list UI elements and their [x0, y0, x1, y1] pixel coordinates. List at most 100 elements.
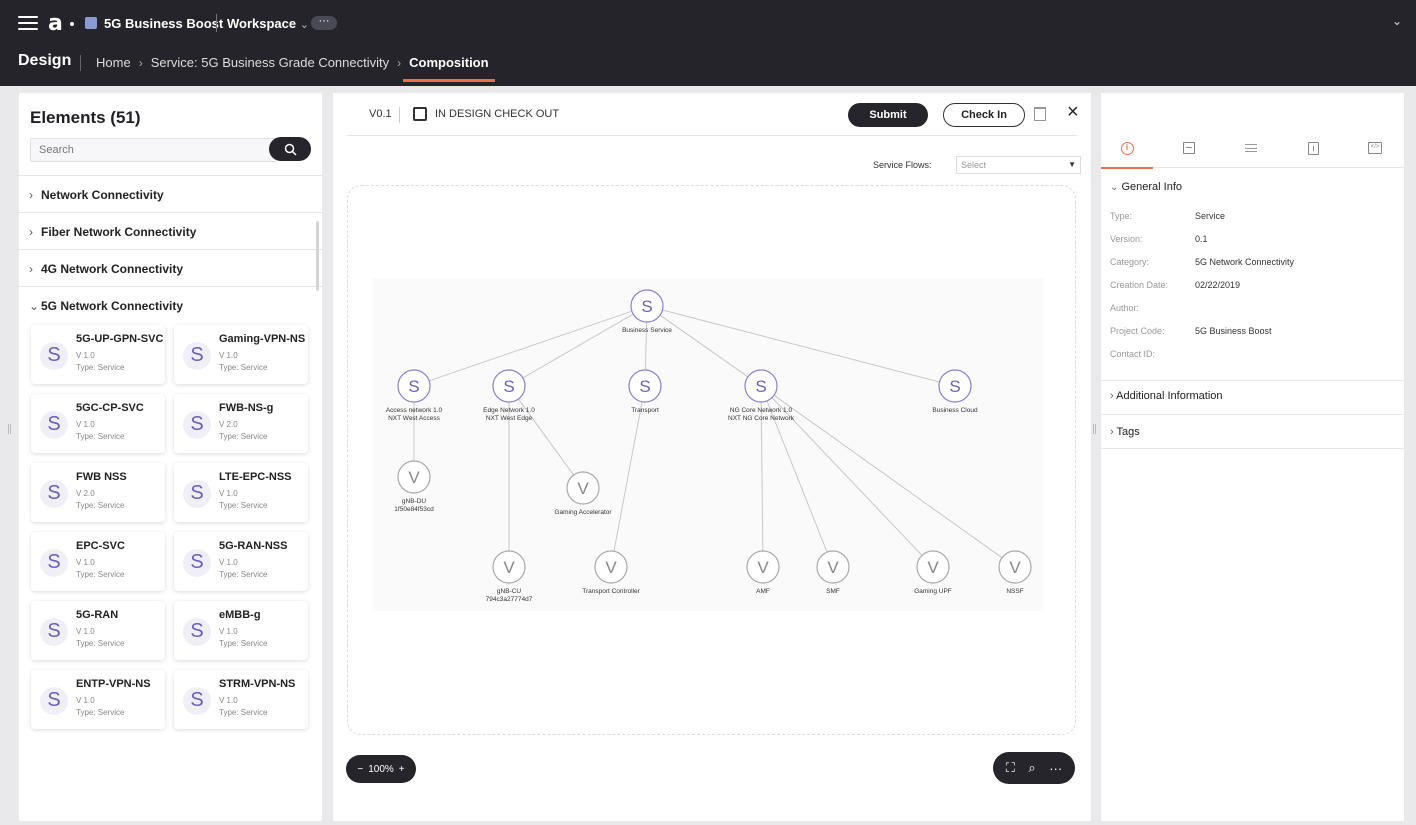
service-icon: S — [183, 480, 211, 508]
card-type: Type: Service — [76, 570, 125, 579]
element-card[interactable]: S 5GC-CP-SVC V 1.0 Type: Service — [31, 394, 165, 453]
chevron-down-icon: ⌄ — [299, 19, 309, 31]
breadcrumb: Home › Service: 5G Business Grade Connec… — [96, 55, 496, 82]
code-icon: </> — [1368, 142, 1382, 154]
node-icon-letter: V — [827, 558, 839, 577]
card-name: 5G-RAN-NSS — [219, 540, 288, 552]
chevron-down-icon[interactable]: ⌄ — [1392, 14, 1402, 28]
breadcrumb-composition[interactable]: Composition — [403, 55, 496, 82]
graph-node-transport[interactable]: S Transport — [628, 369, 662, 414]
card-name: ENTP-VPN-NS — [76, 678, 151, 690]
graph-node-access-network[interactable]: S Access network 1.0NXT West Access — [386, 369, 443, 422]
field-key: Author: — [1110, 303, 1140, 313]
trash-icon[interactable] — [1034, 107, 1046, 121]
fit-screen-icon[interactable]: ⛶ — [1006, 760, 1015, 776]
additional-info-section: › Additional Information — [1101, 390, 1404, 402]
graph-node-gaming-accelerator[interactable]: V Gaming Accelerator — [554, 471, 612, 516]
workspace-dropdown[interactable]: Workspace ⌄ — [227, 16, 309, 31]
element-card[interactable]: S Gaming-VPN-NS V 1.0 Type: Service — [174, 325, 308, 384]
chevron-down-icon: ⌄ — [1110, 182, 1119, 193]
workspace-label: Workspace — [227, 16, 297, 31]
tab-document[interactable] — [1287, 128, 1339, 168]
card-type: Type: Service — [219, 570, 268, 579]
tab-api[interactable]: </> — [1349, 128, 1401, 168]
element-card[interactable]: S STRM-VPN-NS V 1.0 Type: Service — [174, 670, 308, 729]
field-key: Version: — [1110, 234, 1143, 244]
tab-list[interactable] — [1225, 128, 1277, 168]
graph-node-business-cloud[interactable]: S Business Cloud — [932, 369, 978, 414]
info-icon: i — [1120, 141, 1134, 155]
list-icon — [1245, 144, 1257, 152]
node-icon-letter: V — [1009, 558, 1021, 577]
field-key: Category: — [1110, 257, 1150, 267]
element-card[interactable]: S EPC-SVC V 1.0 Type: Service — [31, 532, 165, 591]
hamburger-menu-icon[interactable] — [18, 16, 38, 30]
graph-node-edge-network[interactable]: S Edge Network 1.0NXT West Edge — [483, 369, 535, 422]
graph-node-gnb-cu[interactable]: VgNB-CU794c3a27774d7 — [486, 550, 533, 603]
graph-edge — [428, 310, 633, 382]
service-icon: S — [183, 549, 211, 577]
element-card[interactable]: S FWB-NS-g V 2.0 Type: Service — [174, 394, 308, 453]
composition-icon — [1183, 142, 1195, 154]
zoom-out-button[interactable]: − — [357, 764, 363, 775]
element-card[interactable]: S eMBB-g V 1.0 Type: Service — [174, 601, 308, 660]
additional-info-header[interactable]: › Additional Information — [1101, 390, 1404, 402]
graph-node-transport-controller[interactable]: V Transport Controller — [582, 550, 641, 595]
node-label: Business Service — [622, 327, 672, 334]
element-card[interactable]: S FWB NSS V 2.0 Type: Service — [31, 463, 165, 522]
scrollbar[interactable] — [316, 221, 319, 291]
tags-header[interactable]: › Tags — [1101, 426, 1404, 438]
node-label: AMF — [756, 588, 770, 595]
breadcrumb-home[interactable]: Home — [96, 55, 131, 70]
service-flows-select[interactable]: Select ▼ — [956, 156, 1081, 174]
service-graph[interactable]: SBusiness ServiceSAccess network 1.0NXT … — [373, 278, 1043, 611]
element-card[interactable]: S 5G-RAN V 1.0 Type: Service — [31, 601, 165, 660]
app-logo[interactable]: a — [48, 11, 63, 36]
graph-node-gnb-du[interactable]: VgNB-DU1f50e84f53cd — [394, 460, 434, 513]
project-name[interactable]: 5G Business Boost — [104, 16, 223, 31]
general-info-header[interactable]: ⌄ General Info — [1101, 181, 1404, 193]
node-icon-letter: V — [577, 479, 589, 498]
element-card[interactable]: S 5G-UP-GPN-SVC V 1.0 Type: Service — [31, 325, 165, 384]
card-name: FWB-NS-g — [219, 402, 274, 414]
tab-general-info[interactable]: i — [1101, 128, 1153, 169]
more-options-button[interactable]: ··· — [311, 16, 337, 30]
element-card[interactable]: S LTE-EPC-NSS V 1.0 Type: Service — [174, 463, 308, 522]
close-icon[interactable]: × — [1067, 102, 1079, 122]
category-5g-network-connectivity[interactable]: ⌄ 5G Network Connectivity — [19, 286, 322, 323]
submit-button[interactable]: Submit — [848, 103, 928, 127]
graph-node-nssf[interactable]: V NSSF — [998, 550, 1032, 595]
breadcrumb-service[interactable]: Service: 5G Business Grade Connectivity — [151, 55, 389, 70]
category-fiber-network-connectivity[interactable]: › Fiber Network Connectivity — [19, 212, 322, 249]
node-sublabel: NXT NG Core Network — [728, 415, 795, 422]
field-value: Service — [1195, 211, 1226, 221]
graph-node-amf[interactable]: V AMF — [746, 550, 780, 595]
logo-dot — [70, 22, 74, 26]
more-options-icon[interactable]: ··· — [1049, 761, 1062, 776]
category-4g-network-connectivity[interactable]: › 4G Network Connectivity — [19, 249, 322, 286]
card-name: EPC-SVC — [76, 540, 125, 552]
element-card[interactable]: S 5G-RAN-NSS V 1.0 Type: Service — [174, 532, 308, 591]
graph-node-smf[interactable]: V SMF — [816, 550, 850, 595]
node-sublabel: 1f50e84f53cd — [394, 506, 434, 513]
general-info-title: General Info — [1121, 181, 1182, 193]
node-icon-letter: V — [503, 558, 515, 577]
zoom-in-button[interactable]: + — [399, 764, 405, 775]
card-version: V 1.0 — [219, 558, 238, 567]
left-resize-handle[interactable] — [8, 424, 11, 434]
divider — [216, 14, 217, 32]
category-label: 5G Network Connectivity — [41, 299, 184, 313]
search-input[interactable] — [30, 138, 277, 162]
search-button[interactable] — [269, 137, 311, 161]
graph-node-ng-core-network[interactable]: S NG Core Network 1.0NXT NG Core Network — [728, 369, 795, 422]
category-network-connectivity[interactable]: › Network Connectivity — [19, 175, 322, 212]
graph-node-gaming-upf[interactable]: V Gaming UPF — [914, 550, 952, 595]
category-label: 4G Network Connectivity — [41, 262, 184, 276]
element-card[interactable]: S ENTP-VPN-NS V 1.0 Type: Service — [31, 670, 165, 729]
card-type: Type: Service — [76, 501, 125, 510]
search-icon[interactable]: ⌕ — [1028, 760, 1035, 776]
right-resize-handle[interactable] — [1093, 424, 1096, 434]
divider — [399, 107, 400, 123]
check-in-button[interactable]: Check In — [943, 103, 1025, 127]
tab-composition[interactable] — [1163, 128, 1215, 168]
